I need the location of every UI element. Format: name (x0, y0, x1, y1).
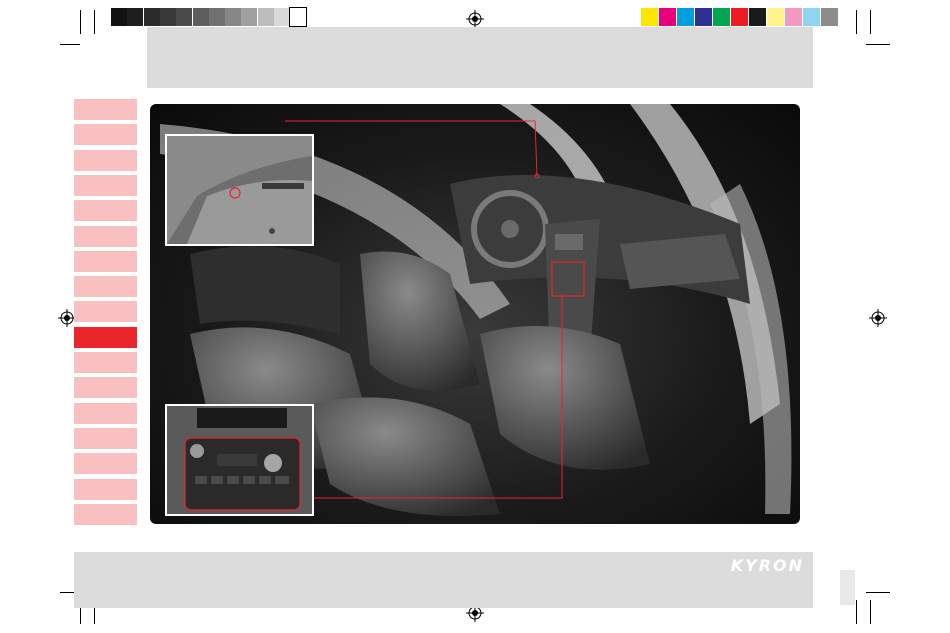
chapter-tab[interactable] (74, 174, 137, 196)
chapter-tab-active[interactable] (74, 326, 137, 348)
color-swatch (241, 8, 258, 26)
color-swatch (208, 8, 225, 26)
color-swatch (159, 8, 176, 26)
registration-crosshair-icon (466, 10, 484, 28)
chapter-tab[interactable] (74, 478, 137, 500)
color-swatch (143, 8, 160, 26)
temperature-knob-right (264, 454, 282, 472)
temperature-knob-left (190, 444, 204, 458)
inset-cargo-light (165, 134, 314, 246)
display-screen (197, 408, 287, 428)
vent-grille (262, 183, 304, 189)
chapter-tab[interactable] (74, 200, 137, 222)
color-swatch (192, 8, 209, 26)
chapter-tab[interactable] (74, 225, 137, 247)
chapter-tab[interactable] (74, 124, 137, 146)
color-swatch (821, 8, 838, 26)
chapter-tab[interactable] (74, 301, 137, 323)
chapter-tab[interactable] (74, 503, 137, 525)
kyron-logo: KYRON (730, 556, 804, 575)
color-swatch (127, 8, 144, 26)
passenger-seat (480, 326, 650, 470)
color-swatch (803, 8, 820, 26)
color-swatch (713, 8, 730, 26)
color-swatch (731, 8, 748, 26)
color-swatch (767, 8, 784, 26)
climate-display (217, 454, 257, 466)
chapter-tab[interactable] (74, 250, 137, 272)
color-swatch (289, 7, 308, 27)
inset-climate-panel (165, 404, 314, 516)
chapter-tab[interactable] (74, 377, 137, 399)
chapter-tab[interactable] (74, 276, 137, 298)
color-swatch (111, 8, 127, 26)
color-swatch (641, 8, 658, 26)
color-swatch (176, 8, 193, 26)
chapter-tab[interactable] (74, 427, 137, 449)
color-swatch (274, 8, 290, 26)
color-swatch (257, 8, 274, 26)
color-swatch (659, 8, 676, 26)
page-edge-strip (840, 570, 855, 605)
registration-crosshair-icon (869, 309, 887, 327)
chapter-tab[interactable] (74, 402, 137, 424)
cargo-light-photo (167, 136, 312, 244)
door-panel (190, 246, 340, 334)
chapter-tab[interactable] (74, 99, 137, 120)
color-swatch (695, 8, 712, 26)
interior-photo (150, 104, 800, 524)
color-swatch (785, 8, 802, 26)
chapter-tab[interactable] (74, 149, 137, 171)
color-swatch (749, 8, 766, 26)
page-header-band (147, 27, 813, 88)
climate-panel-photo (167, 406, 312, 514)
color-swatch (677, 8, 694, 26)
chapter-tab[interactable] (74, 453, 137, 475)
chapter-tab[interactable] (74, 352, 137, 373)
color-swatch (225, 8, 242, 26)
